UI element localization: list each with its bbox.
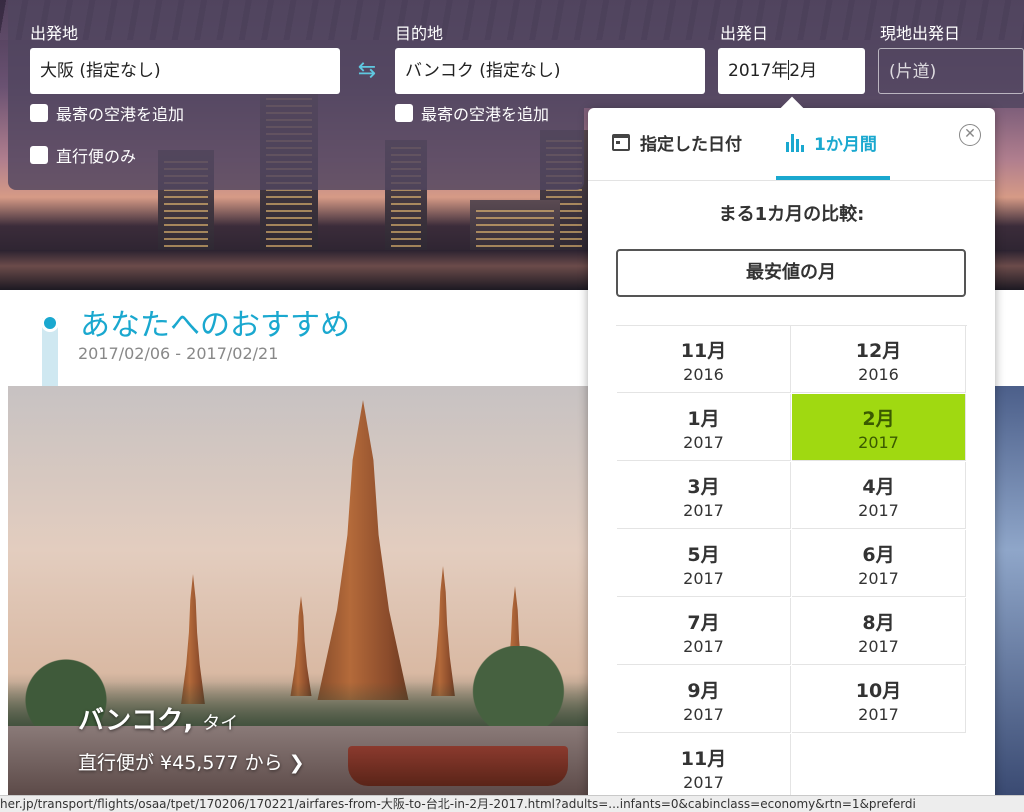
month-cell[interactable]: 4月 2017 — [792, 462, 966, 529]
month-cell[interactable]: 11月 2017 — [617, 734, 791, 801]
next-card-image[interactable] — [990, 386, 1024, 796]
date-picker-tabs: 指定した日付 1か月間 ✕ — [588, 108, 995, 181]
month-cell[interactable]: 1月 2017 — [617, 394, 791, 461]
status-bar-url: her.jp/transport/flights/osaa/tpet/17020… — [0, 795, 1024, 812]
card-city-name: バンコク — [78, 706, 184, 736]
checkbox-box[interactable] — [395, 104, 413, 122]
month-cell[interactable]: 9月 2017 — [617, 666, 791, 733]
checkbox-box[interactable] — [30, 146, 48, 164]
nearby-destination-checkbox[interactable]: 最寄の空港を追加 — [395, 101, 549, 125]
card-price-link[interactable]: 直行便が ¥45,577 から ❯ — [78, 748, 305, 775]
card-country: タイ — [202, 713, 239, 734]
year-label: 2017 — [683, 569, 724, 588]
year-label: 2017 — [858, 637, 899, 656]
month-cell[interactable]: 10月 2017 — [792, 666, 966, 733]
recommendations-title: あなたへのおすすめ — [80, 308, 350, 343]
destination-label: 目的地 — [395, 24, 444, 43]
month-label: 12月 — [855, 340, 902, 362]
month-label: 5月 — [687, 544, 720, 566]
return-date-input[interactable]: (片道) — [878, 48, 1024, 94]
month-label: 11月 — [680, 748, 727, 770]
checkbox-box[interactable] — [30, 104, 48, 122]
compare-title: まる1カ月の比較: — [718, 204, 865, 225]
year-label: 2017 — [858, 569, 899, 588]
month-cell[interactable]: 7月 2017 — [617, 598, 791, 665]
month-cell[interactable]: 2月 2017 — [792, 394, 966, 461]
year-label: 2017 — [858, 433, 899, 452]
month-label: 8月 — [862, 612, 895, 634]
tab-specific-date[interactable]: 指定した日付 — [612, 130, 742, 155]
direct-only-label: 直行便のみ — [56, 147, 137, 166]
year-label: 2016 — [858, 365, 899, 384]
recommendations-dates: 2017/02/06 - 2017/02/21 — [78, 344, 279, 363]
direct-only-checkbox[interactable]: 直行便のみ — [30, 143, 136, 167]
year-label: 2017 — [683, 637, 724, 656]
origin-label: 出発地 — [30, 24, 79, 43]
month-cell[interactable]: 12月 2016 — [792, 326, 966, 393]
month-label: 11月 — [680, 340, 727, 362]
month-label: 9月 — [687, 680, 720, 702]
card-price-text: 直行便が ¥45,577 から — [78, 752, 283, 774]
month-label: 10月 — [855, 680, 902, 702]
nearby-origin-label: 最寄の空港を追加 — [56, 105, 185, 124]
month-label: 6月 — [862, 544, 895, 566]
timeline-dot — [41, 314, 59, 332]
depart-label: 出発日 — [720, 24, 769, 43]
cheapest-month-button[interactable]: 最安値の月 — [616, 249, 966, 297]
bar-chart-icon — [786, 133, 804, 152]
month-cell[interactable]: 3月 2017 — [617, 462, 791, 529]
depart-date-input[interactable]: 2017年2月 — [718, 48, 865, 94]
year-label: 2017 — [683, 705, 724, 724]
return-label: 現地出発日 — [880, 24, 961, 43]
year-label: 2017 — [683, 501, 724, 520]
month-label: 7月 — [687, 612, 720, 634]
nearby-destination-label: 最寄の空港を追加 — [421, 105, 550, 124]
month-label: 3月 — [687, 476, 720, 498]
chevron-right-icon: ❯ — [288, 752, 305, 774]
swap-arrows-icon[interactable]: ⇆ — [352, 58, 382, 84]
tab-whole-month[interactable]: 1か月間 — [786, 130, 877, 155]
close-icon[interactable]: ✕ — [959, 124, 981, 146]
card-city[interactable]: バンコク, タイ — [78, 700, 238, 737]
year-label: 2017 — [683, 433, 724, 452]
calendar-icon — [612, 134, 630, 151]
depart-date-value-part1: 2017年 — [728, 61, 789, 81]
boat — [348, 746, 568, 786]
active-tab-indicator — [776, 176, 890, 180]
month-grid: 11月 2016 12月 2016 1月 2017 2月 2017 3月 2017 4月 2017 5月… — [616, 325, 967, 801]
tab-whole-month-label: 1か月間 — [814, 135, 877, 155]
month-label: 2月 — [862, 408, 895, 430]
year-label: 2017 — [858, 705, 899, 724]
origin-input[interactable]: 大阪 (指定なし) — [30, 48, 340, 94]
month-label: 1月 — [687, 408, 720, 430]
month-cell[interactable]: 11月 2016 — [617, 326, 791, 393]
date-picker-popup: 指定した日付 1か月間 ✕ まる1カ月の比較: 最安値の月 11月 2016 12月… — [588, 108, 995, 811]
depart-date-value-part2: 2月 — [789, 61, 818, 81]
month-cell[interactable]: 8月 2017 — [792, 598, 966, 665]
year-label: 2017 — [858, 501, 899, 520]
month-label: 4月 — [862, 476, 895, 498]
year-label: 2017 — [683, 773, 724, 792]
year-label: 2016 — [683, 365, 724, 384]
destination-input[interactable]: バンコク (指定なし) — [395, 48, 705, 94]
month-cell[interactable]: 6月 2017 — [792, 530, 966, 597]
nearby-origin-checkbox[interactable]: 最寄の空港を追加 — [30, 101, 184, 125]
tab-specific-date-label: 指定した日付 — [640, 135, 742, 155]
month-cell[interactable]: 5月 2017 — [617, 530, 791, 597]
